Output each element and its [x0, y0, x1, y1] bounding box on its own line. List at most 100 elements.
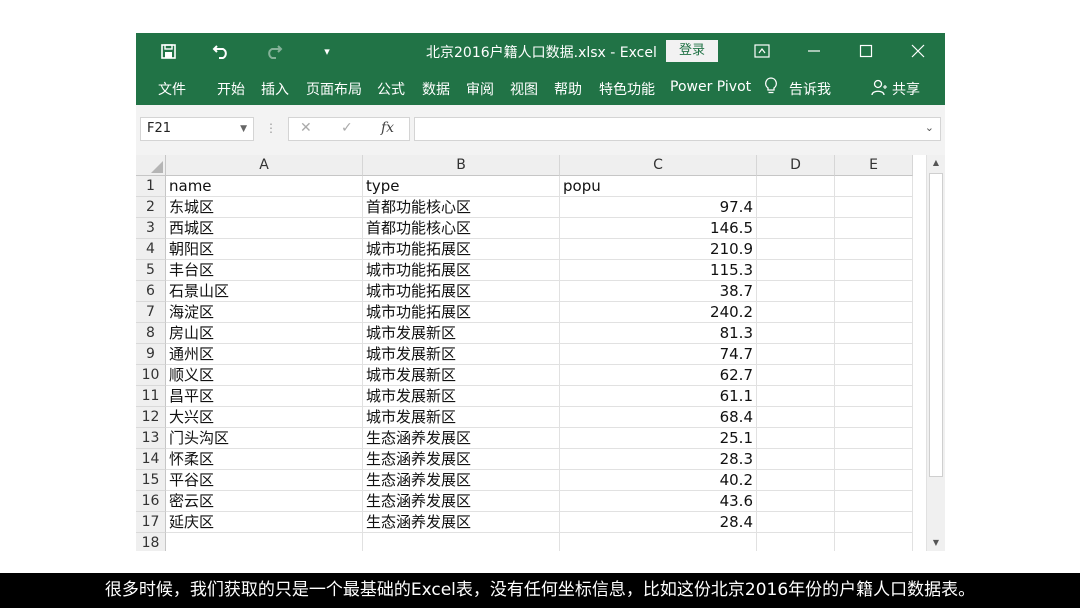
table-cell[interactable]: 海淀区 [166, 302, 363, 323]
table-cell[interactable]: 平谷区 [166, 470, 363, 491]
table-cell[interactable]: 城市功能拓展区 [363, 302, 560, 323]
table-cell[interactable]: 生态涵养发展区 [363, 428, 560, 449]
empty-cell[interactable] [757, 365, 835, 386]
row-header-13[interactable]: 13 [136, 428, 166, 449]
column-header-a[interactable]: A [166, 155, 363, 176]
row-header-15[interactable]: 15 [136, 470, 166, 491]
empty-cell[interactable] [757, 302, 835, 323]
empty-cell[interactable] [835, 533, 913, 551]
empty-cell[interactable] [757, 491, 835, 512]
cancel-icon[interactable]: ✕ [300, 120, 312, 136]
tab-power-pivot[interactable]: Power Pivot [670, 79, 751, 95]
empty-cell[interactable] [757, 281, 835, 302]
undo-icon[interactable] [209, 39, 233, 63]
table-cell[interactable]: 25.1 [560, 428, 757, 449]
header-cell-col-b[interactable]: type [363, 176, 560, 197]
tab-formulas[interactable]: 公式 [377, 79, 405, 99]
table-cell[interactable]: 城市发展新区 [363, 344, 560, 365]
row-header-10[interactable]: 10 [136, 365, 166, 386]
empty-cell[interactable] [757, 470, 835, 491]
empty-cell[interactable] [835, 239, 913, 260]
table-cell[interactable]: 城市发展新区 [363, 365, 560, 386]
table-cell[interactable]: 城市功能拓展区 [363, 260, 560, 281]
column-header-b[interactable]: B [363, 155, 560, 176]
table-cell[interactable]: 石景山区 [166, 281, 363, 302]
table-cell[interactable]: 大兴区 [166, 407, 363, 428]
tab-insert[interactable]: 插入 [261, 79, 289, 99]
empty-cell[interactable] [835, 260, 913, 281]
table-cell[interactable]: 通州区 [166, 344, 363, 365]
select-all-button[interactable] [136, 155, 166, 176]
table-cell[interactable]: 43.6 [560, 491, 757, 512]
empty-cell[interactable] [835, 176, 913, 197]
table-cell[interactable]: 城市发展新区 [363, 323, 560, 344]
empty-cell[interactable] [835, 344, 913, 365]
empty-cell[interactable] [757, 428, 835, 449]
scroll-down-icon[interactable]: ▼ [927, 535, 945, 551]
empty-cell[interactable] [363, 533, 560, 551]
empty-cell[interactable] [757, 344, 835, 365]
table-cell[interactable]: 81.3 [560, 323, 757, 344]
tab-special-features[interactable]: 特色功能 [599, 79, 655, 99]
row-header-4[interactable]: 4 [136, 239, 166, 260]
sign-in-button[interactable]: 登录 [666, 40, 718, 62]
table-cell[interactable]: 城市发展新区 [363, 407, 560, 428]
table-cell[interactable]: 生态涵养发展区 [363, 449, 560, 470]
worksheet-grid[interactable]: ABCDE 1 2 3 4 5 6 7 8 9 10 11 12 13 14 15 16 17 18 name ty… [136, 155, 945, 551]
expand-formula-bar-icon[interactable]: ⌄ [925, 121, 934, 134]
tab-view[interactable]: 视图 [510, 79, 538, 99]
formula-bar-resize-handle[interactable]: ⋮ [265, 121, 277, 135]
tab-review[interactable]: 审阅 [466, 79, 494, 99]
table-cell[interactable]: 生态涵养发展区 [363, 491, 560, 512]
empty-cell[interactable] [835, 386, 913, 407]
empty-cell[interactable] [835, 491, 913, 512]
table-cell[interactable]: 延庆区 [166, 512, 363, 533]
table-cell[interactable]: 生态涵养发展区 [363, 512, 560, 533]
empty-cell[interactable] [757, 533, 835, 551]
tell-me-search[interactable]: 告诉我 [789, 79, 831, 99]
table-cell[interactable]: 首都功能核心区 [363, 218, 560, 239]
table-cell[interactable]: 生态涵养发展区 [363, 470, 560, 491]
table-cell[interactable]: 146.5 [560, 218, 757, 239]
formula-input[interactable]: ⌄ [414, 117, 941, 141]
empty-cell[interactable] [835, 365, 913, 386]
column-header-c[interactable]: C [560, 155, 757, 176]
table-cell[interactable]: 68.4 [560, 407, 757, 428]
empty-cell[interactable] [835, 218, 913, 239]
table-cell[interactable]: 怀柔区 [166, 449, 363, 470]
table-cell[interactable]: 40.2 [560, 470, 757, 491]
table-cell[interactable]: 城市功能拓展区 [363, 239, 560, 260]
row-header-16[interactable]: 16 [136, 491, 166, 512]
empty-cell[interactable] [757, 197, 835, 218]
empty-cell[interactable] [757, 323, 835, 344]
empty-cell[interactable] [757, 407, 835, 428]
row-header-7[interactable]: 7 [136, 302, 166, 323]
row-header-2[interactable]: 2 [136, 197, 166, 218]
table-cell[interactable]: 28.3 [560, 449, 757, 470]
vertical-scrollbar[interactable]: ▲ ▼ [926, 155, 945, 551]
table-cell[interactable]: 28.4 [560, 512, 757, 533]
row-header-5[interactable]: 5 [136, 260, 166, 281]
redo-icon[interactable] [262, 39, 286, 63]
table-cell[interactable]: 97.4 [560, 197, 757, 218]
empty-cell[interactable] [835, 512, 913, 533]
empty-cell[interactable] [757, 239, 835, 260]
table-cell[interactable]: 38.7 [560, 281, 757, 302]
chevron-down-icon[interactable]: ▼ [240, 118, 247, 140]
save-icon[interactable] [156, 39, 180, 63]
insert-function-button[interactable]: fx [381, 120, 394, 136]
scroll-up-icon[interactable]: ▲ [927, 155, 945, 171]
minimize-icon[interactable] [788, 33, 840, 69]
header-cell-col-a[interactable]: name [166, 176, 363, 197]
table-cell[interactable]: 房山区 [166, 323, 363, 344]
empty-cell[interactable] [835, 302, 913, 323]
ribbon-display-icon[interactable] [736, 33, 788, 69]
row-header-11[interactable]: 11 [136, 386, 166, 407]
table-cell[interactable]: 昌平区 [166, 386, 363, 407]
empty-cell[interactable] [757, 449, 835, 470]
table-cell[interactable]: 74.7 [560, 344, 757, 365]
table-cell[interactable]: 首都功能核心区 [363, 197, 560, 218]
empty-cell[interactable] [835, 449, 913, 470]
empty-cell[interactable] [835, 281, 913, 302]
tab-page-layout[interactable]: 页面布局 [306, 79, 362, 99]
